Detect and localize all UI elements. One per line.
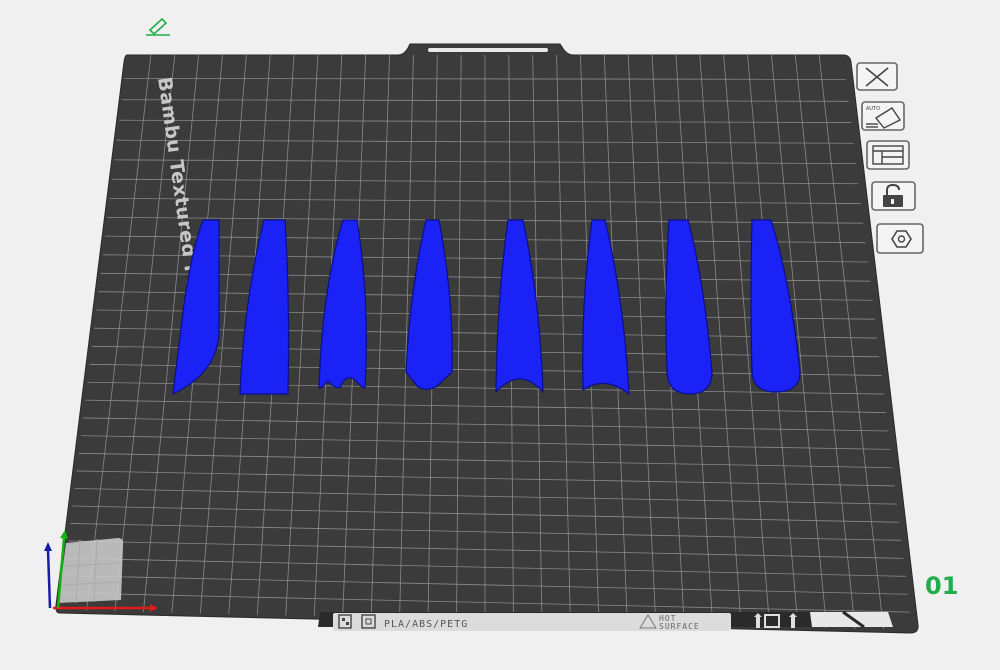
supported-materials: PLA/ABS/PETG	[384, 619, 468, 630]
plate-handle	[428, 48, 548, 52]
edit-plate-name-icon[interactable]	[146, 17, 170, 36]
close-plate-button[interactable]	[856, 62, 898, 91]
origin-corner-tile	[58, 538, 124, 603]
lock-plate-button[interactable]	[871, 181, 916, 211]
z-axis	[46, 549, 52, 609]
plate-viewport[interactable]: Bambu Textured PEI Plate PLA/ABS/PETG HO…	[0, 0, 1000, 670]
plate-number[interactable]: 01	[925, 572, 958, 600]
svg-text:AUTO: AUTO	[866, 106, 880, 112]
auto-orient-button[interactable]: AUTO	[861, 101, 905, 131]
arrange-button[interactable]	[866, 140, 910, 170]
hot-surface-line2: SURFACE	[659, 622, 700, 631]
plate-settings-button[interactable]	[876, 223, 924, 254]
